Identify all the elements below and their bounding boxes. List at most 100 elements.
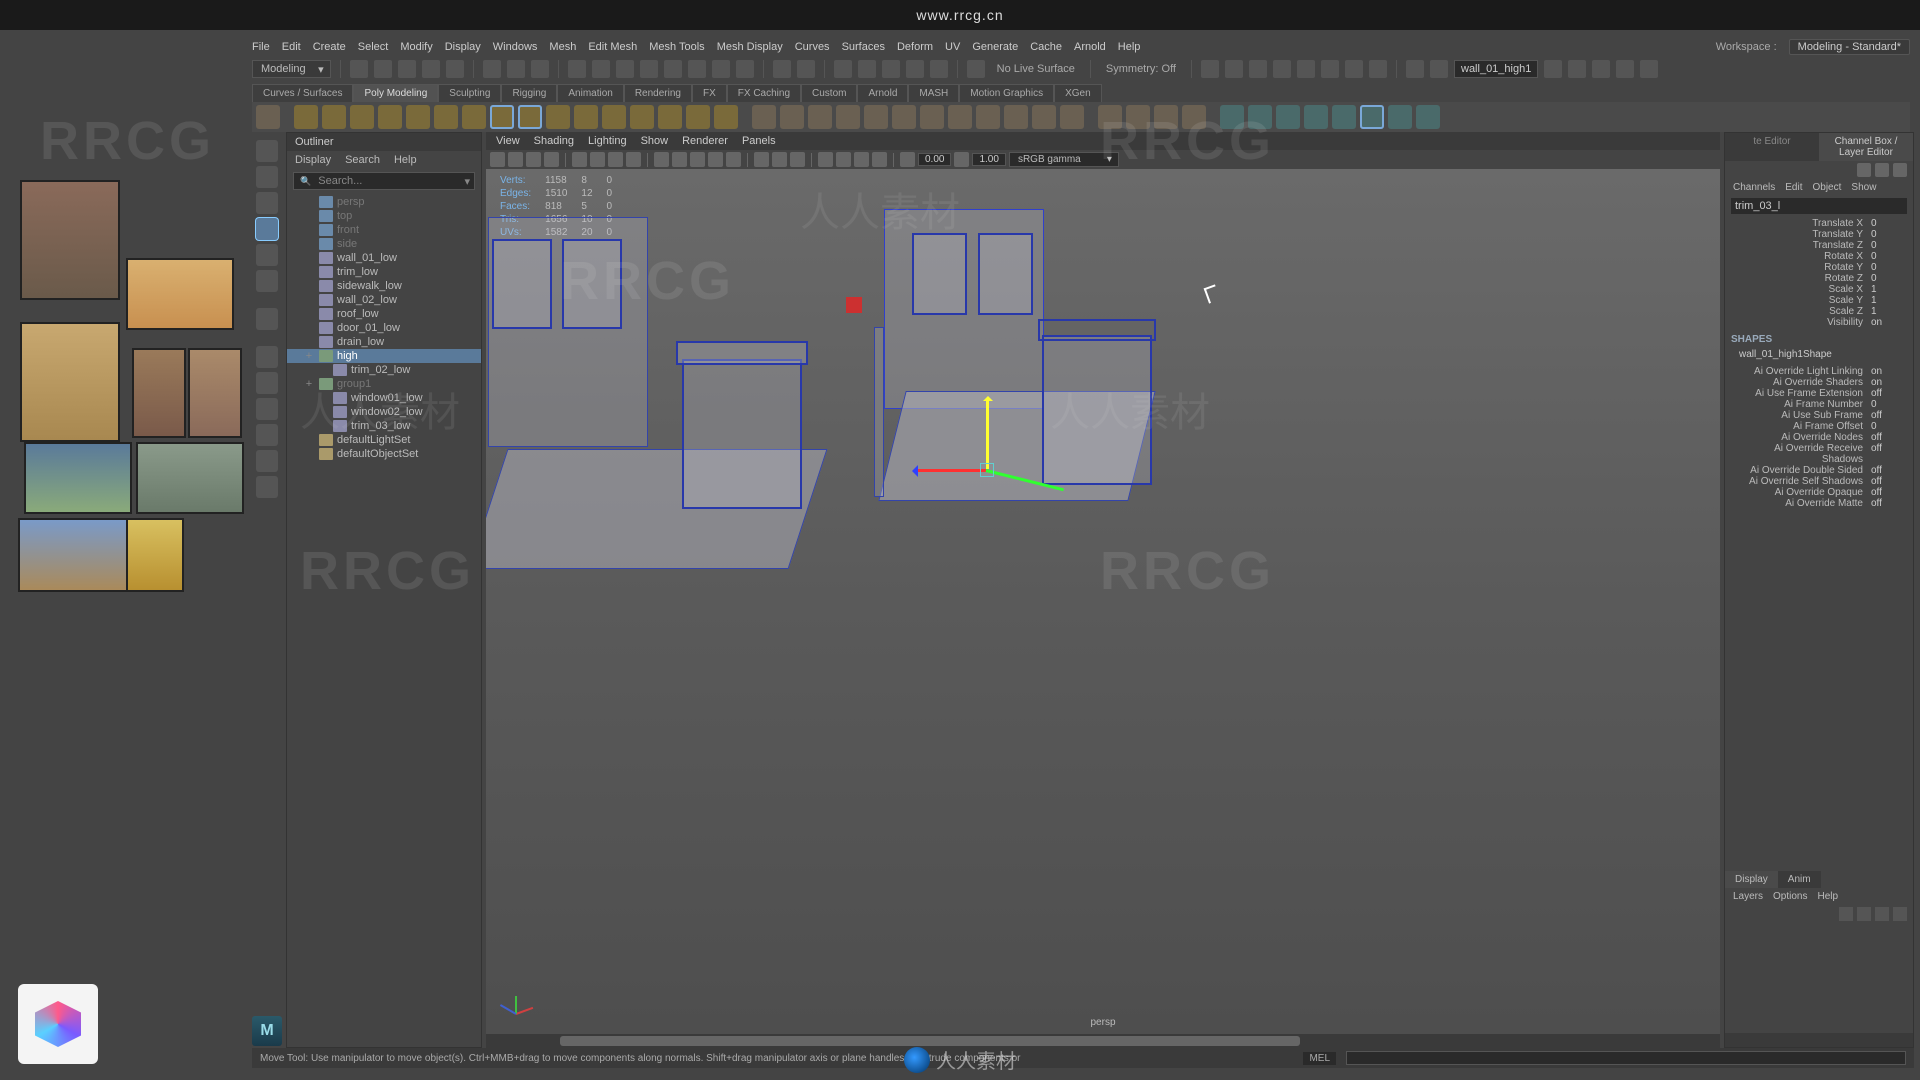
menu-file[interactable]: File xyxy=(252,41,270,53)
select-tool-icon[interactable] xyxy=(256,140,278,162)
manip-y-axis[interactable] xyxy=(986,399,989,469)
magnet-icon[interactable] xyxy=(967,60,985,78)
cb-menu-show[interactable]: Show xyxy=(1851,182,1876,193)
script-language-toggle[interactable]: MEL xyxy=(1303,1052,1336,1065)
vp-wireframe-icon[interactable] xyxy=(654,152,669,167)
open-scene-icon[interactable] xyxy=(374,60,392,78)
outliner-list[interactable]: persptopfrontsidewall_01_lowtrim_lowside… xyxy=(287,193,481,1047)
layout-four-icon[interactable] xyxy=(256,372,278,394)
node-name-field[interactable]: trim_03_l xyxy=(1731,198,1907,214)
outliner-item[interactable]: +group1 xyxy=(287,377,481,391)
soft-select-icon[interactable] xyxy=(1332,105,1356,129)
vp-gate-icon[interactable] xyxy=(590,152,605,167)
sel-mask-3-icon[interactable] xyxy=(616,60,634,78)
channel-attr-row[interactable]: Ai Frame Offset0 xyxy=(1729,421,1909,432)
layers-menu-layers[interactable]: Layers xyxy=(1733,891,1763,902)
command-line-input[interactable] xyxy=(1346,1051,1906,1065)
no-live-surface-label[interactable]: No Live Surface xyxy=(991,63,1081,75)
outliner-search-input[interactable]: Search...▾ xyxy=(293,172,475,190)
mesh-door[interactable] xyxy=(1042,335,1152,485)
vp-isolate-icon[interactable] xyxy=(754,152,769,167)
lasso-icon[interactable] xyxy=(507,60,525,78)
channel-attr-row[interactable]: Ai Override Double Sidedoff xyxy=(1729,465,1909,476)
menu-arnold[interactable]: Arnold xyxy=(1074,41,1106,53)
right-panel-4-icon[interactable] xyxy=(1616,60,1634,78)
outliner-item[interactable]: trim_low xyxy=(287,265,481,279)
outliner-item[interactable]: wall_02_low xyxy=(287,293,481,307)
poly-type-icon[interactable] xyxy=(714,105,738,129)
reference-thumb[interactable] xyxy=(18,518,128,592)
vp-ao-icon[interactable] xyxy=(818,152,833,167)
shelf-tab-polymodeling[interactable]: Poly Modeling xyxy=(353,84,438,102)
make-live-icon[interactable] xyxy=(1248,105,1272,129)
highlight-icon[interactable] xyxy=(797,60,815,78)
boolean-union-icon[interactable] xyxy=(836,105,860,129)
sel-mask-5-icon[interactable] xyxy=(664,60,682,78)
vp-shaded-icon[interactable] xyxy=(672,152,687,167)
menu-edit[interactable]: Edit xyxy=(282,41,301,53)
separate-icon[interactable] xyxy=(780,105,804,129)
layer-up-icon[interactable] xyxy=(1839,907,1853,921)
menu-display[interactable]: Display xyxy=(445,41,481,53)
mesh-door[interactable] xyxy=(682,359,802,509)
reference-thumb[interactable] xyxy=(20,180,120,300)
sel-mask-6-icon[interactable] xyxy=(688,60,706,78)
extrude-icon[interactable] xyxy=(920,105,944,129)
layout-three-icon[interactable] xyxy=(256,424,278,446)
menu-cache[interactable]: Cache xyxy=(1030,41,1062,53)
menu-curves[interactable]: Curves xyxy=(795,41,830,53)
vp-safe-icon[interactable] xyxy=(626,152,641,167)
bridge-icon[interactable] xyxy=(948,105,972,129)
shelf-tab-rigging[interactable]: Rigging xyxy=(501,84,557,102)
channel-attr-row[interactable]: Rotate Z0 xyxy=(1729,273,1909,284)
tab-channel-box[interactable]: Channel Box / Layer Editor xyxy=(1819,133,1913,161)
layers-menu-help[interactable]: Help xyxy=(1817,891,1838,902)
menu-help[interactable]: Help xyxy=(1118,41,1141,53)
panel-toggle-b-icon[interactable] xyxy=(1430,60,1448,78)
mesh-window[interactable] xyxy=(912,233,967,315)
poly-cube-icon[interactable] xyxy=(322,105,346,129)
vp-menu-lighting[interactable]: Lighting xyxy=(588,135,627,147)
collapse-icon[interactable] xyxy=(1060,105,1084,129)
channel-attr-row[interactable]: Ai Use Sub Frameoff xyxy=(1729,410,1909,421)
sel-mask-7-icon[interactable] xyxy=(712,60,730,78)
ipr-icon[interactable] xyxy=(1249,60,1267,78)
poly-superellipse-icon[interactable] xyxy=(686,105,710,129)
reference-thumb[interactable] xyxy=(136,442,244,514)
vp-aa-icon[interactable] xyxy=(854,152,869,167)
shelf-tab-custom[interactable]: Custom xyxy=(801,84,857,102)
poly-sphere-icon[interactable] xyxy=(294,105,318,129)
poly-disc-icon[interactable] xyxy=(462,105,486,129)
layer-down-icon[interactable] xyxy=(1857,907,1871,921)
symmetry-dropdown[interactable]: Symmetry: Off xyxy=(1100,63,1182,75)
layer-new-empty-icon[interactable] xyxy=(1875,907,1889,921)
channel-attr-row[interactable]: Visibilityon xyxy=(1729,317,1909,328)
manip-x-axis[interactable] xyxy=(916,469,986,472)
menu-windows[interactable]: Windows xyxy=(493,41,538,53)
outliner-item[interactable]: drain_low xyxy=(287,335,481,349)
vp-menu-renderer[interactable]: Renderer xyxy=(682,135,728,147)
sel-mask-2-icon[interactable] xyxy=(592,60,610,78)
render-settings-icon[interactable] xyxy=(1273,60,1291,78)
vp-textured-icon[interactable] xyxy=(690,152,705,167)
tab-display[interactable]: Display xyxy=(1725,871,1778,888)
layers-menu-options[interactable]: Options xyxy=(1773,891,1807,902)
channel-attr-row[interactable]: Scale Z1 xyxy=(1729,306,1909,317)
vp-resolution-icon[interactable] xyxy=(608,152,623,167)
vp-menu-shading[interactable]: Shading xyxy=(534,135,574,147)
cb-menu-channels[interactable]: Channels xyxy=(1733,182,1775,193)
mesh-cube[interactable] xyxy=(846,297,862,313)
reference-thumb[interactable] xyxy=(24,442,132,514)
reference-thumb[interactable] xyxy=(126,258,234,330)
poly-pyramid-icon[interactable] xyxy=(518,105,542,129)
circularize-icon[interactable] xyxy=(1360,105,1384,129)
snap-point-icon[interactable] xyxy=(882,60,900,78)
menu-mesh-tools[interactable]: Mesh Tools xyxy=(649,41,704,53)
shelf-tab-fxcaching[interactable]: FX Caching xyxy=(727,84,801,102)
poly-prism-icon[interactable] xyxy=(546,105,570,129)
viewport-canvas[interactable]: Verts:115880Edges:1510120Faces:81850Tris… xyxy=(486,169,1720,1034)
channel-attr-row[interactable]: Scale Y1 xyxy=(1729,295,1909,306)
select-mode-icon[interactable] xyxy=(483,60,501,78)
crease-icon[interactable] xyxy=(1276,105,1300,129)
menu-create[interactable]: Create xyxy=(313,41,346,53)
